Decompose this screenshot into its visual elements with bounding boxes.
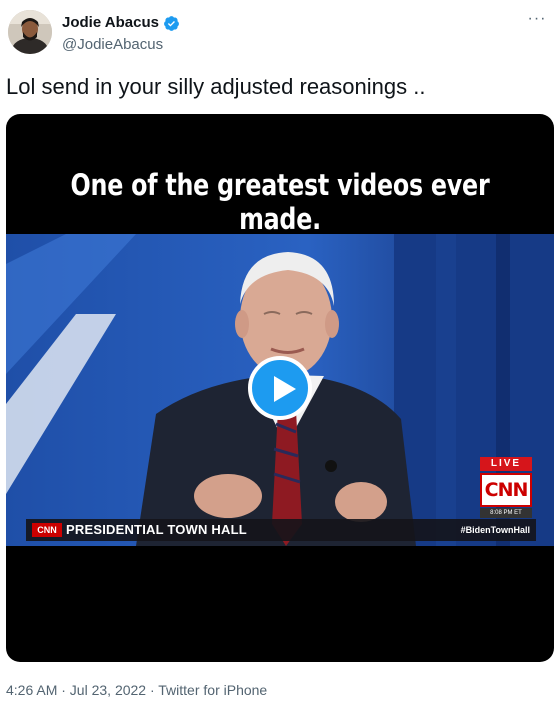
video-frame: LIVE CNN 8:08 PM ET CNN PRESIDENTIAL TOW… — [6, 234, 554, 546]
author-handle[interactable]: @JodieAbacus — [62, 35, 180, 55]
lower-third-banner: CNN PRESIDENTIAL TOWN HALL #BidenTownHal… — [26, 519, 536, 541]
tweet-header: Jodie Abacus @JodieAbacus ··· — [0, 0, 560, 70]
play-icon[interactable] — [248, 356, 312, 420]
user-avatar[interactable] — [8, 10, 52, 54]
more-options-icon[interactable]: ··· — [522, 10, 552, 34]
video-caption: One of the greatest videos ever made. — [70, 168, 490, 236]
verified-badge-icon — [164, 15, 179, 31]
lower-third-title: PRESIDENTIAL TOWN HALL — [66, 522, 247, 537]
cnn-logo: CNN — [480, 473, 532, 507]
tweet-text: Lol send in your silly adjusted reasonin… — [6, 74, 426, 99]
video-player[interactable]: One of the greatest videos ever made. LI… — [6, 114, 554, 662]
broadcast-time: 8:08 PM ET — [480, 508, 532, 518]
author-name[interactable]: Jodie Abacus — [62, 14, 180, 32]
lower-third-hashtag: #BidenTownHall — [460, 525, 530, 535]
live-badge: LIVE — [480, 457, 532, 471]
tweet-metadata[interactable]: 4:26 AM · Jul 23, 2022 · Twitter for iPh… — [6, 681, 267, 699]
author-display-name[interactable]: Jodie Abacus — [62, 14, 159, 32]
avatar-image — [8, 10, 52, 54]
lower-third-logo: CNN — [32, 523, 62, 537]
